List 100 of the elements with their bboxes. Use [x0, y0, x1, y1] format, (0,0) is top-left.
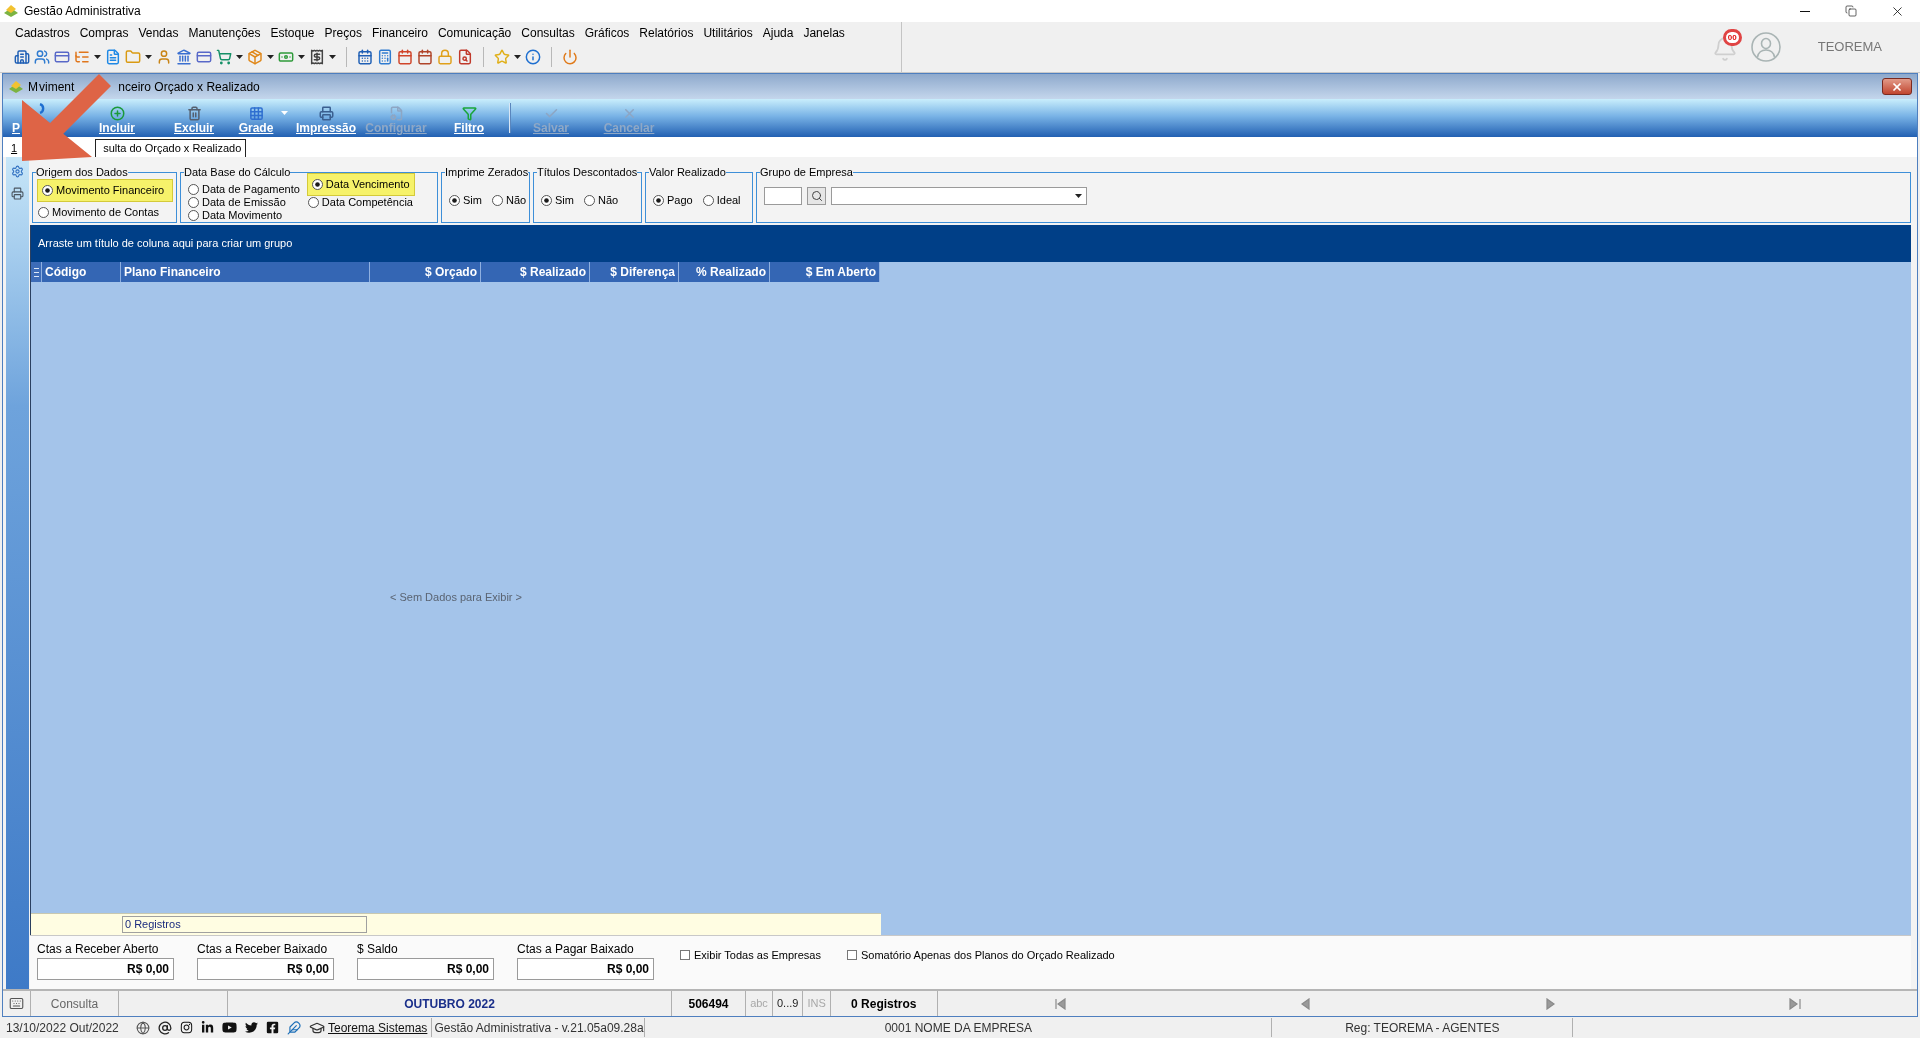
printer-icon[interactable]	[11, 187, 24, 200]
search-button[interactable]	[807, 187, 826, 205]
feather-icon[interactable]	[287, 1020, 301, 1035]
tab[interactable]: 1	[10, 140, 19, 157]
toolbar-button[interactable]: Grade	[231, 99, 281, 137]
menu-item[interactable]: Janelas	[802, 24, 846, 42]
menu-item[interactable]: Ajuda	[761, 24, 795, 42]
star-icon[interactable]	[494, 49, 510, 65]
column-chooser[interactable]	[31, 262, 42, 282]
window-title: nceiro Orçado x Realizado	[118, 78, 260, 96]
column-header[interactable]: $ Realizado	[481, 262, 590, 282]
menu-item[interactable]: Preços	[323, 24, 363, 42]
search-icon	[810, 190, 823, 202]
settings-icon[interactable]	[11, 165, 24, 178]
toolbar-button[interactable]: Impressão	[292, 99, 360, 137]
notification-badge: 00	[1722, 29, 1742, 46]
menu-item[interactable]: Comunicação	[436, 24, 513, 42]
menu-item[interactable]: Relatórios	[638, 24, 695, 42]
caret-icon[interactable]	[236, 55, 243, 59]
calendar-icon[interactable]	[397, 49, 413, 65]
globe-icon[interactable]	[136, 1020, 150, 1035]
column-header[interactable]: Plano Financeiro	[121, 262, 370, 282]
toolbar-button[interactable]: Filtro	[439, 99, 499, 137]
youtube-icon[interactable]	[222, 1020, 237, 1035]
radio-option[interactable]: Data de Emissão	[187, 196, 301, 209]
caret-icon[interactable]	[329, 55, 336, 59]
radio-option[interactable]: Ideal	[701, 194, 742, 207]
menu-item[interactable]: Manutenções	[187, 24, 262, 42]
menu-item[interactable]: Gráficos	[583, 24, 631, 42]
radio-option[interactable]: Data de Pagamento	[187, 183, 301, 196]
toolbar-button[interactable]: P	[12, 99, 20, 137]
radio-option[interactable]: Movimento de Contas	[37, 206, 173, 219]
column-header[interactable]: $ Orçado	[370, 262, 481, 282]
cart-icon[interactable]	[216, 49, 232, 65]
at-sign-icon[interactable]	[158, 1020, 172, 1035]
radio-option[interactable]: Não	[490, 194, 528, 207]
menu-item[interactable]: Compras	[78, 24, 130, 42]
radio-option[interactable]: Não	[582, 194, 620, 207]
receipt-icon[interactable]	[309, 49, 325, 65]
info-icon[interactable]	[525, 49, 541, 65]
radio-option[interactable]: Movimento Financeiro	[37, 179, 173, 202]
radio-option[interactable]: Sim	[540, 194, 575, 207]
code-field[interactable]	[764, 187, 802, 205]
document-gear-icon	[388, 106, 404, 121]
linkedin-icon[interactable]	[201, 1021, 214, 1034]
caret-icon[interactable]	[267, 55, 274, 59]
checkbox-option[interactable]: Somatório Apenas dos Planos do Orçado Realizado	[846, 947, 1115, 964]
next-record-icon[interactable]	[1543, 997, 1556, 1010]
checkbox-option[interactable]: Exibir Todas as Empresas	[680, 947, 821, 964]
menu-item[interactable]: Vendas	[137, 24, 180, 42]
facebook-icon[interactable]	[266, 1021, 279, 1034]
tab[interactable]: sulta do Orçado x Realizado	[95, 139, 247, 157]
caret-icon[interactable]	[145, 55, 152, 59]
total-field: R$ 0,00	[357, 958, 494, 980]
close-icon	[1891, 80, 1903, 93]
user-code: 506494	[688, 995, 729, 1013]
caret-icon[interactable]	[94, 55, 101, 59]
calendar-icon[interactable]	[357, 49, 373, 65]
menu-item[interactable]: Consultas	[520, 24, 576, 42]
window-logo-icon	[8, 79, 24, 94]
column-header[interactable]: $ Diferença	[590, 262, 679, 282]
window-close-button[interactable]	[1882, 78, 1912, 95]
menu-item[interactable]: Estoque	[269, 24, 316, 42]
menu-item[interactable]: Utilitários	[702, 24, 754, 42]
caret-icon[interactable]	[298, 55, 305, 59]
caret-icon[interactable]	[1075, 194, 1082, 198]
total-label: Ctas a Receber Baixado	[197, 942, 329, 956]
building-icon[interactable]	[14, 49, 30, 65]
caret-icon[interactable]	[514, 55, 521, 59]
column-header[interactable]: Código	[42, 262, 121, 282]
toolbar-button[interactable]: Incluir	[87, 99, 147, 137]
menu-item[interactable]: Cadastros	[14, 24, 71, 42]
toolbar-button[interactable]: Excluir	[164, 99, 224, 137]
user-name[interactable]: TEOREMA	[1817, 37, 1882, 57]
bank-icon[interactable]	[176, 49, 192, 65]
bell-icon[interactable]	[1711, 36, 1738, 62]
total-label: $ Saldo	[357, 942, 399, 956]
group-title: Origem dos Dados	[36, 166, 128, 178]
calculator-icon[interactable]	[377, 49, 393, 65]
menu-item[interactable]: Financeiro	[370, 24, 429, 42]
column-header[interactable]: % Realizado	[679, 262, 770, 282]
document-search-icon[interactable]	[457, 49, 473, 65]
instagram-icon[interactable]	[180, 1021, 193, 1034]
company-link[interactable]: Teorema Sistemas	[328, 1018, 428, 1037]
twitter-icon[interactable]	[245, 1021, 258, 1034]
card-icon[interactable]	[196, 49, 212, 65]
radio-option[interactable]: Data Vencimento	[306, 173, 415, 196]
calendar-icon[interactable]	[417, 49, 433, 65]
radio-option[interactable]: Data Competência	[306, 196, 415, 209]
arc-icon	[39, 103, 47, 114]
power-icon[interactable]	[562, 49, 578, 65]
last-record-icon[interactable]	[1788, 997, 1801, 1010]
card-icon[interactable]	[54, 49, 70, 65]
radio-option[interactable]: Pago	[652, 194, 694, 207]
column-header[interactable]: $ Em Aberto	[770, 262, 880, 282]
first-record-icon[interactable]	[1054, 997, 1067, 1010]
people-icon[interactable]	[34, 49, 50, 65]
radio-option[interactable]: Sim	[448, 194, 483, 207]
radio-option[interactable]: Data Movimento	[187, 209, 301, 222]
group-hint: Arraste um título de coluna aqui para criar um grupo	[38, 236, 293, 252]
